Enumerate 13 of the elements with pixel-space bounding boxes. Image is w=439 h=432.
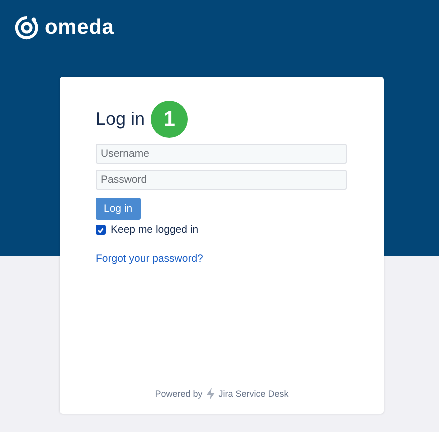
- logo-icon: [14, 15, 40, 41]
- step-badge: 1: [151, 101, 188, 138]
- username-field[interactable]: Username: [96, 144, 347, 164]
- remember-label: Keep me logged in: [111, 224, 199, 236]
- remember-checkbox[interactable]: [96, 225, 106, 235]
- login-button[interactable]: Log in: [96, 198, 141, 220]
- brand-name: omeda: [45, 16, 114, 40]
- forgot-password-link[interactable]: Forgot your password?: [96, 253, 204, 265]
- bolt-icon: [206, 388, 216, 400]
- password-field[interactable]: Password: [96, 170, 347, 190]
- login-title: Log in: [96, 109, 146, 130]
- product-name: Jira Service Desk: [218, 389, 289, 399]
- powered-by-text: Powered by: [155, 389, 203, 399]
